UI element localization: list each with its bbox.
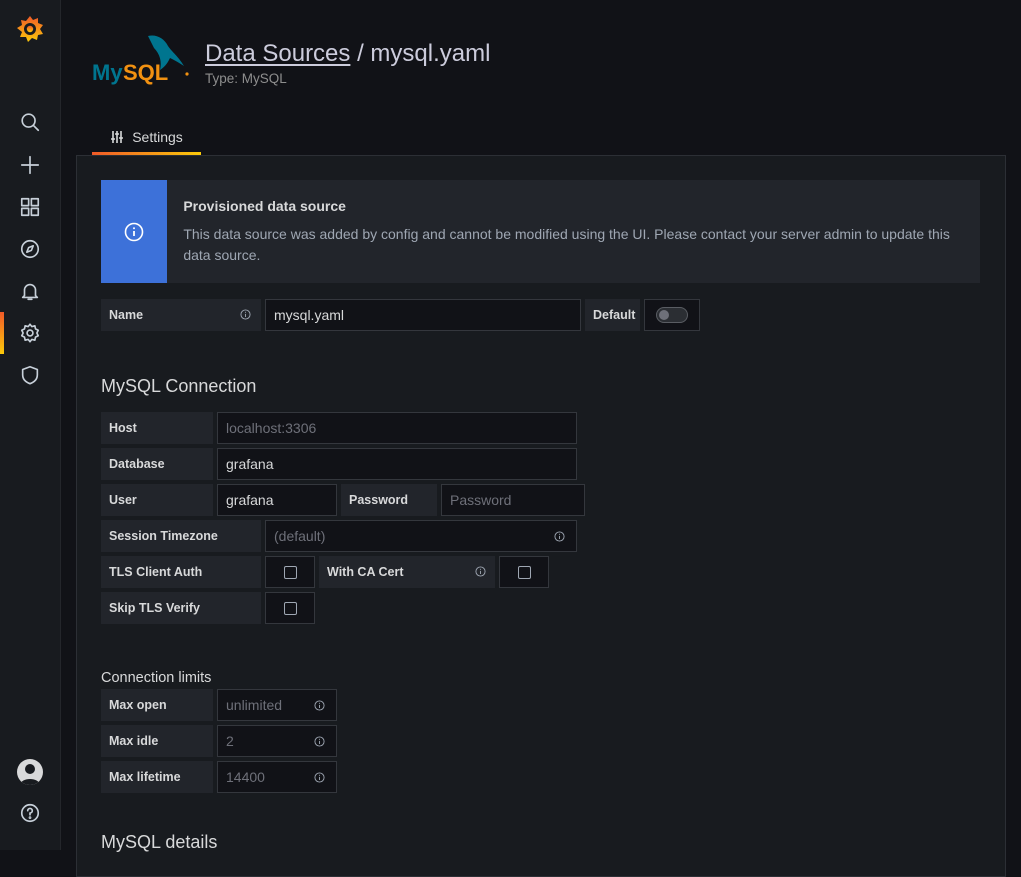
name-label: Name bbox=[101, 299, 261, 331]
page-subtitle: Type: MySQL bbox=[205, 71, 287, 86]
svg-text:My: My bbox=[92, 60, 123, 85]
database-input[interactable]: grafana bbox=[217, 448, 577, 480]
plus-icon[interactable] bbox=[0, 144, 60, 186]
name-label-text: Name bbox=[109, 308, 144, 322]
sidebar bbox=[0, 0, 61, 850]
with-ca-cert-checkbox[interactable] bbox=[499, 556, 549, 588]
max-open-label: Max open bbox=[101, 689, 213, 721]
sliders-icon bbox=[111, 130, 124, 143]
info-icon[interactable] bbox=[475, 566, 486, 577]
with-ca-cert-label: With CA Cert bbox=[319, 556, 495, 588]
explore-icon[interactable] bbox=[0, 228, 60, 270]
grafana-logo-icon[interactable] bbox=[15, 14, 45, 46]
max-idle-input[interactable]: 2 bbox=[217, 725, 337, 757]
tls-client-auth-label: TLS Client Auth bbox=[101, 556, 261, 588]
info-circle-icon bbox=[101, 180, 168, 283]
dashboards-icon[interactable] bbox=[0, 186, 60, 228]
skip-tls-verify-label: Skip TLS Verify bbox=[101, 592, 261, 624]
default-toggle-container bbox=[644, 299, 700, 331]
info-icon[interactable] bbox=[314, 772, 325, 783]
password-label: Password bbox=[341, 484, 437, 516]
max-idle-placeholder: 2 bbox=[226, 733, 234, 749]
max-lifetime-label: Max lifetime bbox=[101, 761, 213, 793]
max-idle-label: Max idle bbox=[101, 725, 213, 757]
session-timezone-input[interactable]: (default) bbox=[265, 520, 577, 552]
configuration-icon[interactable] bbox=[0, 312, 60, 354]
breadcrumb-separator: / bbox=[350, 40, 371, 67]
max-lifetime-input[interactable]: 14400 bbox=[217, 761, 337, 793]
user-label: User bbox=[101, 484, 213, 516]
provisioned-alert: Provisioned data source This data source… bbox=[101, 180, 980, 283]
page-title: Data Sources / mysql.yaml bbox=[205, 40, 490, 68]
datasource-title: mysql.yaml bbox=[370, 40, 491, 67]
max-open-input[interactable]: unlimited bbox=[217, 689, 337, 721]
default-toggle[interactable] bbox=[656, 307, 688, 323]
info-icon[interactable] bbox=[314, 700, 325, 711]
session-timezone-placeholder: (default) bbox=[274, 528, 326, 544]
alert-title: Provisioned data source bbox=[183, 198, 346, 214]
tls-client-auth-checkbox[interactable] bbox=[265, 556, 315, 588]
default-label: Default bbox=[585, 299, 640, 331]
mysql-logo-icon: My SQL bbox=[92, 35, 189, 85]
section-connection-limits: Connection limits bbox=[101, 670, 212, 686]
breadcrumb-data-sources-link[interactable]: Data Sources bbox=[205, 40, 350, 67]
skip-tls-verify-checkbox[interactable] bbox=[265, 592, 315, 624]
with-ca-cert-label-text: With CA Cert bbox=[327, 565, 404, 579]
user-input[interactable]: grafana bbox=[217, 484, 337, 516]
alerting-icon[interactable] bbox=[0, 270, 60, 312]
avatar[interactable] bbox=[17, 759, 43, 785]
password-input[interactable]: Password bbox=[441, 484, 585, 516]
max-open-placeholder: unlimited bbox=[226, 697, 283, 713]
info-icon[interactable] bbox=[554, 531, 565, 542]
info-icon[interactable] bbox=[314, 736, 325, 747]
session-timezone-label: Session Timezone bbox=[101, 520, 261, 552]
max-lifetime-placeholder: 14400 bbox=[226, 769, 265, 785]
tab-settings-label: Settings bbox=[132, 128, 183, 145]
host-label: Host bbox=[101, 412, 213, 444]
help-icon[interactable] bbox=[0, 792, 60, 834]
name-input[interactable]: mysql.yaml bbox=[265, 299, 581, 331]
database-label: Database bbox=[101, 448, 213, 480]
info-icon[interactable] bbox=[240, 309, 251, 320]
shield-icon[interactable] bbox=[0, 354, 60, 396]
host-input[interactable]: localhost:3306 bbox=[217, 412, 577, 444]
section-mysql-connection: MySQL Connection bbox=[101, 376, 257, 396]
tab-settings[interactable]: Settings bbox=[92, 118, 201, 155]
search-icon[interactable] bbox=[0, 101, 60, 143]
alert-text: This data source was added by config and… bbox=[183, 226, 950, 263]
